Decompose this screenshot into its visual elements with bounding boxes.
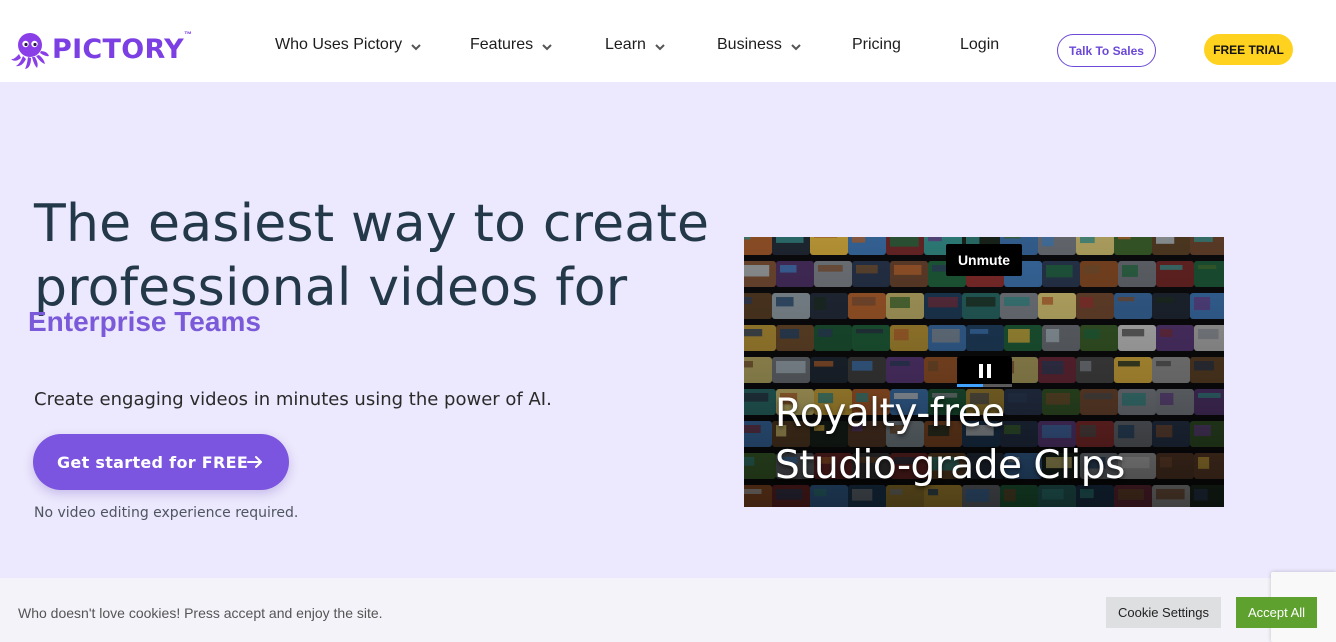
nav-label: Login xyxy=(960,36,1000,53)
nav-login[interactable]: Login xyxy=(960,35,999,55)
hero-title-line-1: The easiest way to create xyxy=(34,194,710,254)
nav-label: Features xyxy=(470,36,534,53)
video-caption-line-1: Royalty-free xyxy=(775,391,1005,436)
nav-label: Learn xyxy=(605,36,646,53)
chevron-down-icon xyxy=(791,44,801,51)
pause-button[interactable] xyxy=(957,356,1012,386)
pause-icon xyxy=(977,364,993,378)
cookie-settings-button[interactable]: Cookie Settings xyxy=(1106,597,1221,628)
octopus-logo-icon xyxy=(11,33,49,69)
talk-to-sales-button[interactable]: Talk To Sales xyxy=(1057,34,1156,67)
promo-video-player[interactable]: Unmute Royalty-free Studio-grade Clips xyxy=(744,237,1224,507)
pictory-logo[interactable]: PICTORY ™ xyxy=(10,30,192,70)
nav-label: Who Uses Pictory xyxy=(275,36,403,53)
trademark-mark: ™ xyxy=(184,30,192,39)
nav-features[interactable]: Features xyxy=(470,35,553,55)
chevron-down-icon xyxy=(655,44,665,51)
nav-label: Pricing xyxy=(852,36,901,53)
logo-wordmark: PICTORY xyxy=(52,34,184,65)
video-progress-bar[interactable] xyxy=(957,384,1012,387)
video-progress-fill xyxy=(957,384,984,387)
unmute-button[interactable]: Unmute xyxy=(946,244,1022,276)
arrow-right-icon xyxy=(247,456,262,468)
free-trial-button[interactable]: FREE TRIAL xyxy=(1204,34,1293,65)
get-started-button[interactable]: Get started for FREE xyxy=(33,434,289,490)
nav-label: Business xyxy=(717,36,782,53)
no-experience-note: No video editing experience required. xyxy=(34,505,299,521)
nav-business[interactable]: Business xyxy=(717,35,802,55)
hero-subtitle: Create engaging videos in minutes using … xyxy=(34,389,552,410)
chevron-down-icon xyxy=(411,44,421,51)
cookie-message: Who doesn't love cookies! Press accept a… xyxy=(18,605,383,621)
hero-rotating-audience: Enterprise Teams xyxy=(28,306,261,337)
nav-learn[interactable]: Learn xyxy=(605,35,666,55)
accept-all-cookies-button[interactable]: Accept All xyxy=(1236,597,1317,628)
nav-who-uses-pictory[interactable]: Who Uses Pictory xyxy=(275,35,422,55)
cta-label: Get started for FREE xyxy=(57,452,249,472)
video-caption-line-2: Studio-grade Clips xyxy=(775,443,1125,488)
video-caption: Royalty-free Studio-grade Clips xyxy=(775,388,1125,492)
hero-title: The easiest way to create professional v… xyxy=(34,192,714,320)
chevron-down-icon xyxy=(542,44,552,51)
site-header: PICTORY ™ Who Uses Pictory Features Lear… xyxy=(0,0,1336,82)
nav-pricing[interactable]: Pricing xyxy=(852,35,901,55)
